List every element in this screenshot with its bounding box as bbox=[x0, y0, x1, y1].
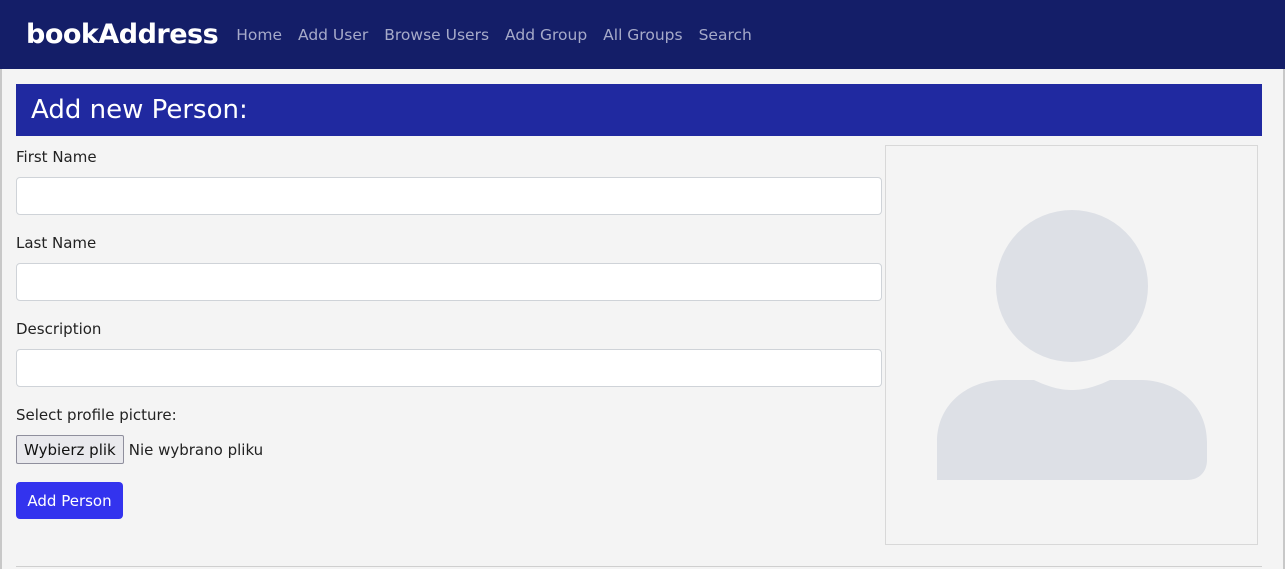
add-person-button[interactable]: Add Person bbox=[16, 482, 123, 519]
avatar-body bbox=[937, 380, 1207, 480]
nav-link-search[interactable]: Search bbox=[699, 26, 752, 44]
nav-link-add-user[interactable]: Add User bbox=[298, 26, 368, 44]
nav-link-add-group[interactable]: Add Group bbox=[505, 26, 587, 44]
description-label: Description bbox=[16, 320, 102, 338]
page-title: Add new Person: bbox=[31, 95, 248, 125]
first-name-label: First Name bbox=[16, 148, 97, 166]
page-header: Add new Person: bbox=[16, 84, 1262, 136]
nav-link-all-groups[interactable]: All Groups bbox=[603, 26, 682, 44]
nav-link-browse-users[interactable]: Browse Users bbox=[384, 26, 489, 44]
last-name-input[interactable] bbox=[16, 263, 882, 301]
profile-picture-label: Select profile picture: bbox=[16, 406, 177, 424]
first-name-input[interactable] bbox=[16, 177, 882, 215]
bottom-divider bbox=[16, 566, 1262, 567]
choose-file-button[interactable]: Wybierz plik bbox=[16, 435, 124, 464]
file-status-text: Nie wybrano pliku bbox=[128, 440, 264, 459]
brand-logo-link[interactable]: bookAddress bbox=[26, 19, 219, 50]
nav-link-home[interactable]: Home bbox=[236, 26, 282, 44]
user-placeholder-icon bbox=[937, 210, 1207, 480]
avatar-preview bbox=[885, 145, 1258, 545]
description-input[interactable] bbox=[16, 349, 882, 387]
last-name-label: Last Name bbox=[16, 234, 97, 252]
file-picker: Wybierz plik Nie wybrano pliku bbox=[16, 435, 263, 464]
avatar-head bbox=[996, 210, 1148, 362]
page-left-border bbox=[0, 69, 2, 569]
top-navbar: bookAddress Home Add User Browse Users A… bbox=[0, 0, 1285, 69]
